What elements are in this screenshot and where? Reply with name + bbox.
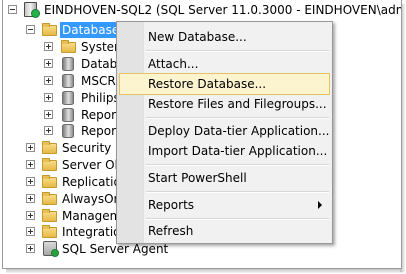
folder-icon bbox=[42, 225, 57, 238]
menu-item-restore-files-filegroups[interactable]: Restore Files and Filegroups... bbox=[119, 93, 330, 115]
object-explorer-tree: EINDHOVEN-SQL2 (SQL Server 11.0.3000 - E… bbox=[2, 0, 402, 269]
menu-item-start-powershell[interactable]: Start PowerShell bbox=[119, 167, 330, 189]
expand-icon[interactable] bbox=[26, 143, 35, 152]
folder-icon bbox=[42, 23, 57, 36]
menu-item-refresh[interactable]: Refresh bbox=[119, 220, 330, 242]
server-icon bbox=[24, 2, 40, 18]
database-icon bbox=[62, 74, 74, 88]
database-icon bbox=[62, 108, 74, 122]
db-child-label: Philips bbox=[81, 91, 120, 105]
context-menu: New Database... Attach... Restore Databa… bbox=[116, 21, 333, 244]
expand-icon[interactable] bbox=[44, 42, 53, 51]
folder-icon bbox=[42, 175, 57, 188]
expand-icon[interactable] bbox=[44, 59, 53, 68]
node-label: AlwaysOn bbox=[62, 192, 122, 206]
menu-item-reports[interactable]: Reports bbox=[119, 194, 330, 216]
menu-item-deploy-data-tier[interactable]: Deploy Data-tier Application... bbox=[119, 120, 330, 142]
expand-icon[interactable] bbox=[26, 227, 35, 236]
expand-icon[interactable] bbox=[44, 93, 53, 102]
database-icon bbox=[62, 124, 74, 138]
database-icon bbox=[62, 57, 74, 71]
menu-item-attach[interactable]: Attach... bbox=[119, 53, 330, 75]
reports-label: Reports bbox=[148, 198, 195, 212]
menu-separator bbox=[146, 164, 329, 166]
folder-icon bbox=[42, 158, 57, 171]
folder-icon bbox=[42, 192, 57, 205]
folder-icon bbox=[42, 209, 57, 222]
menu-separator bbox=[146, 50, 329, 52]
database-icon bbox=[62, 91, 74, 105]
expand-icon[interactable] bbox=[44, 110, 53, 119]
expand-icon[interactable] bbox=[26, 160, 35, 169]
menu-item-restore-database[interactable]: Restore Database... bbox=[119, 73, 330, 95]
node-label: Security bbox=[62, 141, 112, 155]
expand-icon[interactable] bbox=[44, 76, 53, 85]
tree-node-server[interactable]: EINDHOVEN-SQL2 (SQL Server 11.0.3000 - E… bbox=[3, 0, 401, 20]
collapse-icon[interactable] bbox=[8, 5, 17, 14]
expand-icon[interactable] bbox=[26, 244, 35, 253]
server-label: EINDHOVEN-SQL2 (SQL Server 11.0.3000 - E… bbox=[44, 3, 401, 17]
menu-item-new-database[interactable]: New Database... bbox=[119, 26, 330, 48]
expand-icon[interactable] bbox=[26, 211, 35, 220]
expand-icon[interactable] bbox=[26, 177, 35, 186]
submenu-arrow-icon bbox=[318, 201, 322, 209]
menu-separator bbox=[146, 191, 329, 193]
expand-icon[interactable] bbox=[26, 194, 35, 203]
menu-separator bbox=[146, 117, 329, 119]
folder-icon bbox=[61, 40, 76, 53]
expand-icon[interactable] bbox=[44, 126, 53, 135]
menu-item-import-data-tier[interactable]: Import Data-tier Application... bbox=[119, 140, 330, 162]
db-child-label: Report bbox=[81, 124, 121, 138]
folder-icon bbox=[42, 141, 57, 154]
collapse-icon[interactable] bbox=[26, 25, 35, 34]
sql-agent-icon bbox=[43, 241, 59, 257]
